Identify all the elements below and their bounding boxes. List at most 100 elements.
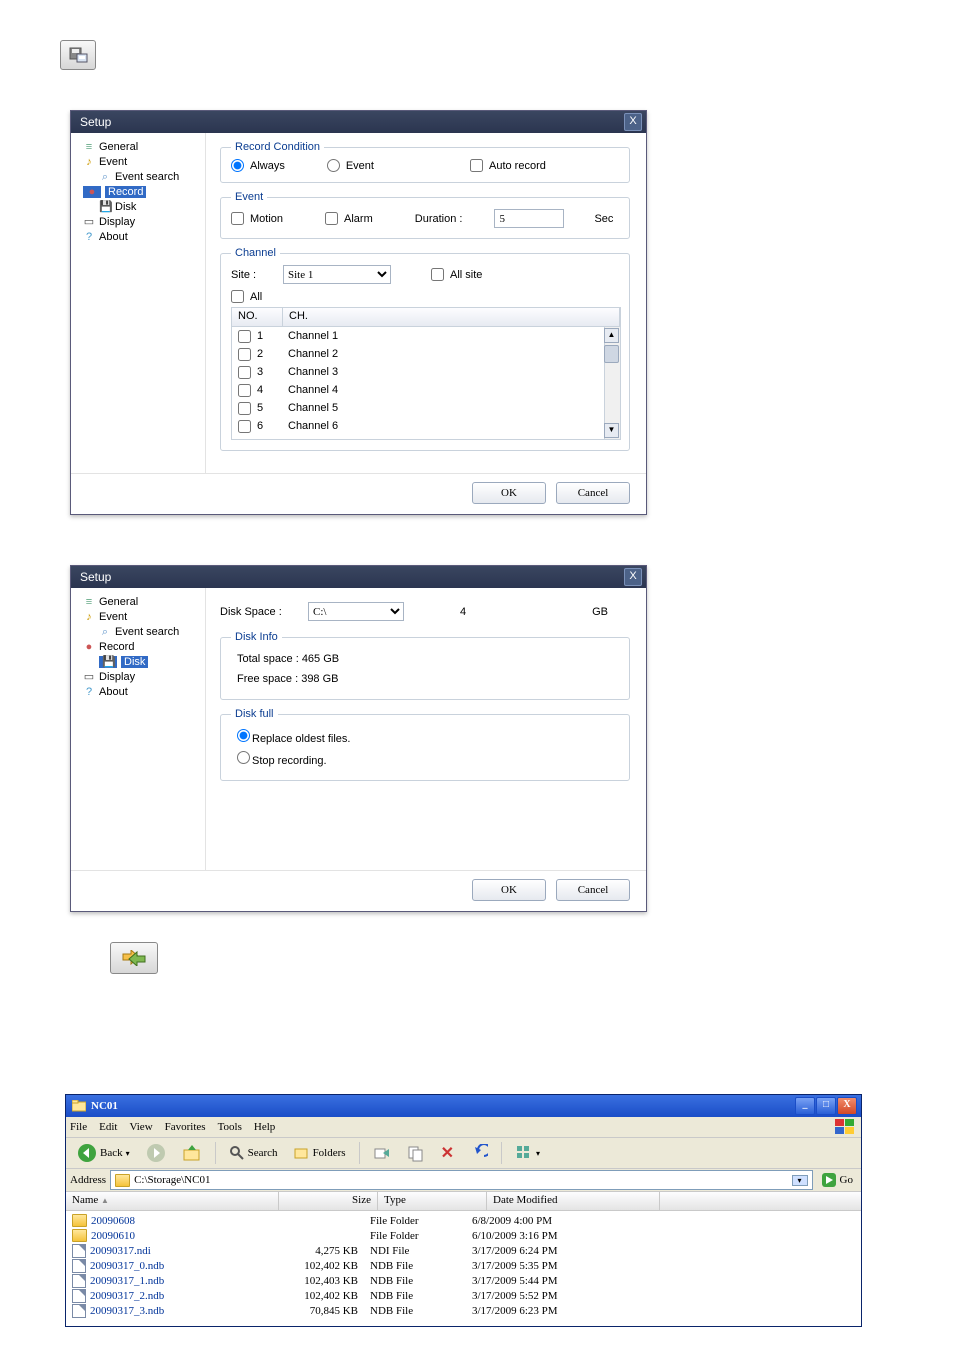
move-to-button[interactable] (368, 1141, 396, 1165)
group-legend: Event (231, 191, 267, 203)
minimize-button[interactable]: _ (795, 1097, 815, 1115)
up-button[interactable] (177, 1140, 207, 1166)
channel-checkbox[interactable] (238, 402, 251, 415)
channel-checkbox[interactable] (238, 366, 251, 379)
scroll-down-icon[interactable]: ▼ (604, 423, 619, 438)
menu-help[interactable]: Help (254, 1121, 275, 1133)
column-headers[interactable]: Name ▲ Size Type Date Modified (66, 1192, 861, 1211)
address-input[interactable]: C:\Storage\NC01 ▾ (110, 1170, 812, 1190)
cancel-button[interactable]: Cancel (556, 482, 630, 504)
scroll-thumb[interactable] (604, 345, 619, 363)
folders-button[interactable]: Folders (289, 1142, 351, 1164)
dialog-titlebar: Setup X (71, 111, 646, 133)
total-space: Total space : 465 GB (231, 649, 619, 669)
channel-checkbox[interactable] (238, 330, 251, 343)
search-button[interactable]: Search (224, 1142, 283, 1164)
duration-input[interactable] (494, 209, 564, 228)
file-row[interactable]: 20090608File Folder6/8/2009 4:00 PM (66, 1213, 861, 1228)
group-legend: Record Condition (231, 141, 324, 153)
channel-row[interactable]: 5Channel 5 (232, 399, 620, 417)
go-button[interactable]: Go (817, 1172, 857, 1188)
close-button[interactable]: X (624, 113, 642, 131)
file-icon (72, 1259, 86, 1273)
tree-item-event[interactable]: ♪Event (81, 155, 201, 169)
tree-item-disk[interactable]: 💾Disk (81, 200, 201, 214)
menu-edit[interactable]: Edit (99, 1121, 117, 1133)
chevron-down-icon[interactable]: ▾ (792, 1175, 808, 1186)
auto-record-checkbox[interactable]: Auto record (470, 159, 546, 172)
dialog-titlebar: Setup X (71, 566, 646, 588)
replace-oldest-radio[interactable]: Replace oldest files. (237, 733, 350, 745)
always-radio[interactable]: Always (231, 159, 285, 172)
all-checkbox[interactable]: All (231, 290, 262, 303)
ok-button[interactable]: OK (472, 482, 546, 504)
tree-item-display[interactable]: ▭Display (81, 215, 201, 229)
views-button[interactable]: ▾ (510, 1141, 545, 1165)
channel-row[interactable]: 1Channel 1 (232, 327, 620, 345)
floppy-monitor-icon (68, 46, 88, 64)
channel-row[interactable]: 2Channel 2 (232, 345, 620, 363)
delete-x-icon: ✕ (441, 1143, 454, 1163)
menu-file[interactable]: File (70, 1121, 87, 1133)
snapshot-button[interactable] (60, 40, 96, 70)
ok-button[interactable]: OK (472, 879, 546, 901)
forward-arrow-icon (146, 1143, 166, 1163)
tree-item-event[interactable]: ♪Event (81, 610, 201, 624)
dialog-title: Setup (80, 115, 111, 129)
maximize-button[interactable]: □ (816, 1097, 836, 1115)
scrollbar[interactable]: ▲ ▼ (604, 327, 620, 439)
channel-row[interactable]: 6Channel 6 (232, 417, 620, 435)
sort-asc-icon: ▲ (101, 1196, 109, 1205)
file-row[interactable]: 20090317_1.ndb102,403 KBNDB File3/17/200… (66, 1273, 861, 1288)
event-radio[interactable]: Event (327, 159, 374, 172)
all-site-checkbox[interactable]: All site (431, 268, 482, 281)
file-row[interactable]: 20090317_0.ndb102,402 KBNDB File3/17/200… (66, 1258, 861, 1273)
delete-button[interactable]: ✕ (436, 1140, 459, 1166)
chevron-down-icon: ▾ (126, 1149, 130, 1158)
channel-checkbox[interactable] (238, 384, 251, 397)
drive-select[interactable]: C:\ (308, 602, 404, 621)
tree-item-general[interactable]: ≡General (81, 595, 201, 609)
folder-icon (72, 1100, 86, 1112)
undo-button[interactable] (465, 1141, 493, 1165)
close-button[interactable]: X (624, 568, 642, 586)
motion-checkbox[interactable]: Motion (231, 212, 283, 225)
tree-item-general[interactable]: ≡General (81, 140, 201, 154)
file-row[interactable]: 20090610File Folder6/10/2009 3:16 PM (66, 1228, 861, 1243)
menu-view[interactable]: View (129, 1121, 152, 1133)
tree-item-event-search[interactable]: ⌕Event search (81, 170, 201, 184)
scroll-up-icon[interactable]: ▲ (604, 328, 619, 343)
disk-icon: 💾 (99, 201, 111, 213)
chevron-down-icon: ▾ (536, 1149, 540, 1158)
mon-icon: ▭ (83, 671, 95, 683)
transfer-button[interactable] (110, 942, 158, 974)
tree-item-disk[interactable]: 💾Disk (81, 655, 201, 669)
tree-item-display[interactable]: ▭Display (81, 670, 201, 684)
menu-tools[interactable]: Tools (218, 1121, 242, 1133)
file-row[interactable]: 20090317.ndi4,275 KBNDI File3/17/2009 6:… (66, 1243, 861, 1258)
tree-item-record[interactable]: ●Record (81, 185, 201, 199)
channel-checkbox[interactable] (238, 348, 251, 361)
copy-to-button[interactable] (402, 1141, 430, 1165)
tree-item-about[interactable]: ?About (81, 230, 201, 244)
file-row[interactable]: 20090317_2.ndb102,402 KBNDB File3/17/200… (66, 1288, 861, 1303)
tree-item-event-search[interactable]: ⌕Event search (81, 625, 201, 639)
forward-button[interactable] (141, 1140, 171, 1166)
tree-item-about[interactable]: ?About (81, 685, 201, 699)
file-list: 20090608File Folder6/8/2009 4:00 PM20090… (66, 1211, 861, 1326)
rec-icon: ● (83, 186, 101, 198)
file-row[interactable]: 20090317_3.ndb70,845 KBNDB File3/17/2009… (66, 1303, 861, 1318)
cancel-button[interactable]: Cancel (556, 879, 630, 901)
stop-recording-radio[interactable]: Stop recording. (237, 755, 327, 767)
channel-row[interactable]: 3Channel 3 (232, 363, 620, 381)
tree-item-record[interactable]: ●Record (81, 640, 201, 654)
site-select[interactable]: Site 1 (283, 265, 391, 284)
back-button[interactable]: Back ▾ (72, 1140, 135, 1166)
menu-favorites[interactable]: Favorites (165, 1121, 206, 1133)
file-icon (72, 1274, 86, 1288)
close-button[interactable]: X (837, 1097, 857, 1115)
alarm-checkbox[interactable]: Alarm (325, 212, 373, 225)
group-legend: Disk Info (231, 631, 282, 643)
channel-row[interactable]: 4Channel 4 (232, 381, 620, 399)
channel-checkbox[interactable] (238, 420, 251, 433)
